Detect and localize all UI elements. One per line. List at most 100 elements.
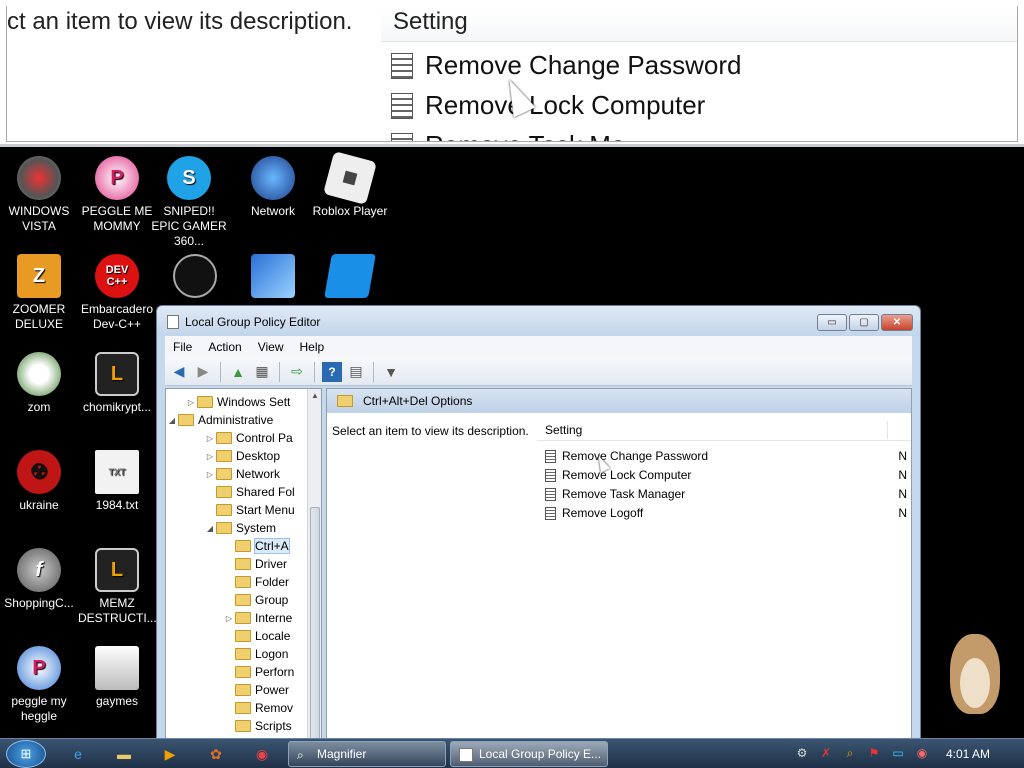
menu-action[interactable]: Action [200, 336, 249, 358]
desktop-icon[interactable]: P peggle my heggle [0, 646, 78, 724]
tree-item[interactable]: ◢ Administrative [166, 411, 273, 429]
close-button[interactable]: ✕ [881, 314, 913, 331]
expand-arrow-icon[interactable]: ▷ [223, 614, 235, 623]
tree-item[interactable]: Ctrl+A [223, 537, 290, 555]
tree-item[interactable]: Remov [223, 699, 293, 717]
export-list-icon[interactable]: ⇨ [287, 362, 307, 382]
scroll-up-icon[interactable]: ▲ [311, 391, 319, 400]
tree-item[interactable]: Start Menu [204, 501, 295, 519]
show-hide-tree-icon[interactable]: ▦ [252, 362, 272, 382]
clock-app-icon: L [95, 548, 139, 592]
folder-icon [216, 522, 232, 534]
properties-icon[interactable]: ▤ [346, 362, 366, 382]
tree-item[interactable]: ▷ Windows Sett [185, 393, 290, 411]
tray-volume-icon[interactable]: ◉ [914, 745, 930, 761]
radiation-icon: ☢ [17, 450, 61, 494]
orb-icon [17, 156, 61, 200]
tray-search-icon[interactable]: ⌕ [842, 745, 858, 761]
up-folder-icon[interactable]: ▲ [228, 362, 248, 382]
toolbar: ◀ ▶ ▲ ▦ ⇨ ? ▤ ▼ [165, 358, 912, 386]
tray-flag-icon[interactable]: ⚑ [866, 745, 882, 761]
paint-icon[interactable]: ✿ [206, 744, 226, 764]
maximize-button[interactable]: ▢ [849, 314, 879, 331]
tree-item-label: Interne [255, 611, 293, 625]
tree-item[interactable]: ◢ System [204, 519, 276, 537]
desktop-icon[interactable]: Z ZOOMER DELUXE [0, 254, 78, 332]
expand-arrow-icon[interactable]: ◢ [166, 416, 178, 425]
group-policy-window[interactable]: Local Group Policy Editor ▭ ▢ ✕ File Act… [156, 305, 921, 745]
desktop-icon[interactable]: WINDOWS VISTA [0, 156, 78, 234]
internet-explorer-icon[interactable]: e [68, 744, 88, 764]
desktop-icon[interactable]: Network [234, 156, 312, 219]
window-title: Local Group Policy Editor [185, 315, 321, 329]
folder-icon [216, 504, 232, 516]
scroll-thumb[interactable] [310, 507, 320, 739]
tree-item[interactable]: Scripts [223, 717, 292, 735]
explorer-folder-icon[interactable]: ▬ [114, 744, 134, 764]
tree-item[interactable]: ▷ Control Pa [204, 429, 293, 447]
help-icon[interactable]: ? [322, 361, 342, 382]
desktop-icon[interactable]: L chomikrypt... [78, 352, 156, 415]
tree-item[interactable]: Group [223, 591, 288, 609]
tree-item-label: Windows Sett [217, 395, 291, 409]
desktop-icon[interactable]: zom [0, 352, 78, 415]
desktop-icon[interactable]: Roblox Player [311, 151, 389, 219]
clock[interactable]: 4:01 AM [946, 747, 990, 761]
folder-icon [235, 540, 251, 552]
desktop-icon[interactable]: f ShoppingC... [0, 548, 78, 611]
tree-item[interactable]: ▷ Desktop [204, 447, 280, 465]
menu-file[interactable]: File [165, 336, 200, 358]
desktop-icon[interactable] [234, 254, 312, 302]
tree-item[interactable]: Driver [223, 555, 287, 573]
back-arrow-icon[interactable]: ◀ [169, 362, 189, 382]
desktop-icon[interactable] [156, 254, 234, 302]
tree-item[interactable]: Perforn [223, 663, 294, 681]
expand-arrow-icon[interactable]: ▷ [204, 470, 216, 479]
flower-icon [17, 352, 61, 396]
menu-help[interactable]: Help [292, 336, 333, 358]
desktop-icon[interactable]: S SNIPED!! EPIC GAMER 360... [150, 156, 228, 249]
tree-scrollbar[interactable]: ▲ [307, 389, 321, 739]
tree-item[interactable]: ▷ Network [204, 465, 280, 483]
setting-state: N [898, 487, 907, 501]
tray-settings-icon[interactable]: ⚙ [794, 745, 810, 761]
tree-item[interactable]: Power [223, 681, 289, 699]
desktop-icon[interactable]: DEV C++ Embarcadero Dev-C++ [78, 254, 156, 332]
forward-arrow-icon[interactable]: ▶ [193, 362, 213, 382]
desktop-icon[interactable]: P PEGGLE ME MOMMY [78, 156, 156, 234]
expand-arrow-icon[interactable]: ▷ [204, 434, 216, 443]
desktop-icon[interactable]: ☢ ukraine [0, 450, 78, 513]
chrome-icon[interactable]: ◉ [252, 744, 272, 764]
tree-item[interactable]: Locale [223, 627, 290, 645]
expand-arrow-icon[interactable]: ▷ [204, 452, 216, 461]
desktop-icon[interactable]: TXT 1984.txt [78, 450, 156, 513]
tree-item-label: Administrative [198, 413, 274, 427]
minimize-button[interactable]: ▭ [817, 314, 847, 331]
taskbar-group-policy[interactable]: Local Group Policy E... [450, 741, 608, 767]
tray-tools-icon[interactable]: ✗ [818, 745, 834, 761]
policy-icon [459, 748, 473, 762]
setting-row[interactable]: Remove Logoff N [545, 504, 911, 522]
desktop-icon[interactable]: gaymes [78, 646, 156, 709]
tree-item-label: Desktop [236, 449, 281, 463]
setting-row[interactable]: Remove Task Manager N [545, 485, 911, 503]
filter-icon[interactable]: ▼ [381, 362, 401, 382]
desktop-icon[interactable]: L MEMZ DESTRUCTI... [78, 548, 157, 626]
tray-monitor-icon[interactable]: ▭ [890, 745, 906, 761]
expand-arrow-icon[interactable]: ▷ [185, 398, 197, 407]
expand-arrow-icon[interactable]: ◢ [204, 524, 216, 533]
media-player-icon[interactable]: ▶ [160, 744, 180, 764]
tree-item[interactable]: ▷ Interne [223, 609, 292, 627]
tree-item[interactable]: Shared Fol [204, 483, 295, 501]
roblox-studio-icon [324, 254, 376, 298]
desktop-icon[interactable] [311, 254, 389, 302]
menu-bar: File Action View Help [165, 336, 912, 358]
title-bar[interactable]: Local Group Policy Editor ▭ ▢ ✕ [157, 306, 920, 336]
start-button[interactable]: ⊞ [6, 740, 46, 768]
taskbar-magnifier[interactable]: ⌕ Magnifier [288, 741, 446, 767]
menu-view[interactable]: View [250, 336, 292, 358]
tree-item[interactable]: Folder [223, 573, 289, 591]
setting-column-header[interactable]: Setting [537, 417, 911, 441]
tree-pane[interactable]: ▷ Windows Sett ◢ Administrative ▷ Control Pa ▷… [165, 388, 322, 740]
tree-item[interactable]: Logon [223, 645, 288, 663]
